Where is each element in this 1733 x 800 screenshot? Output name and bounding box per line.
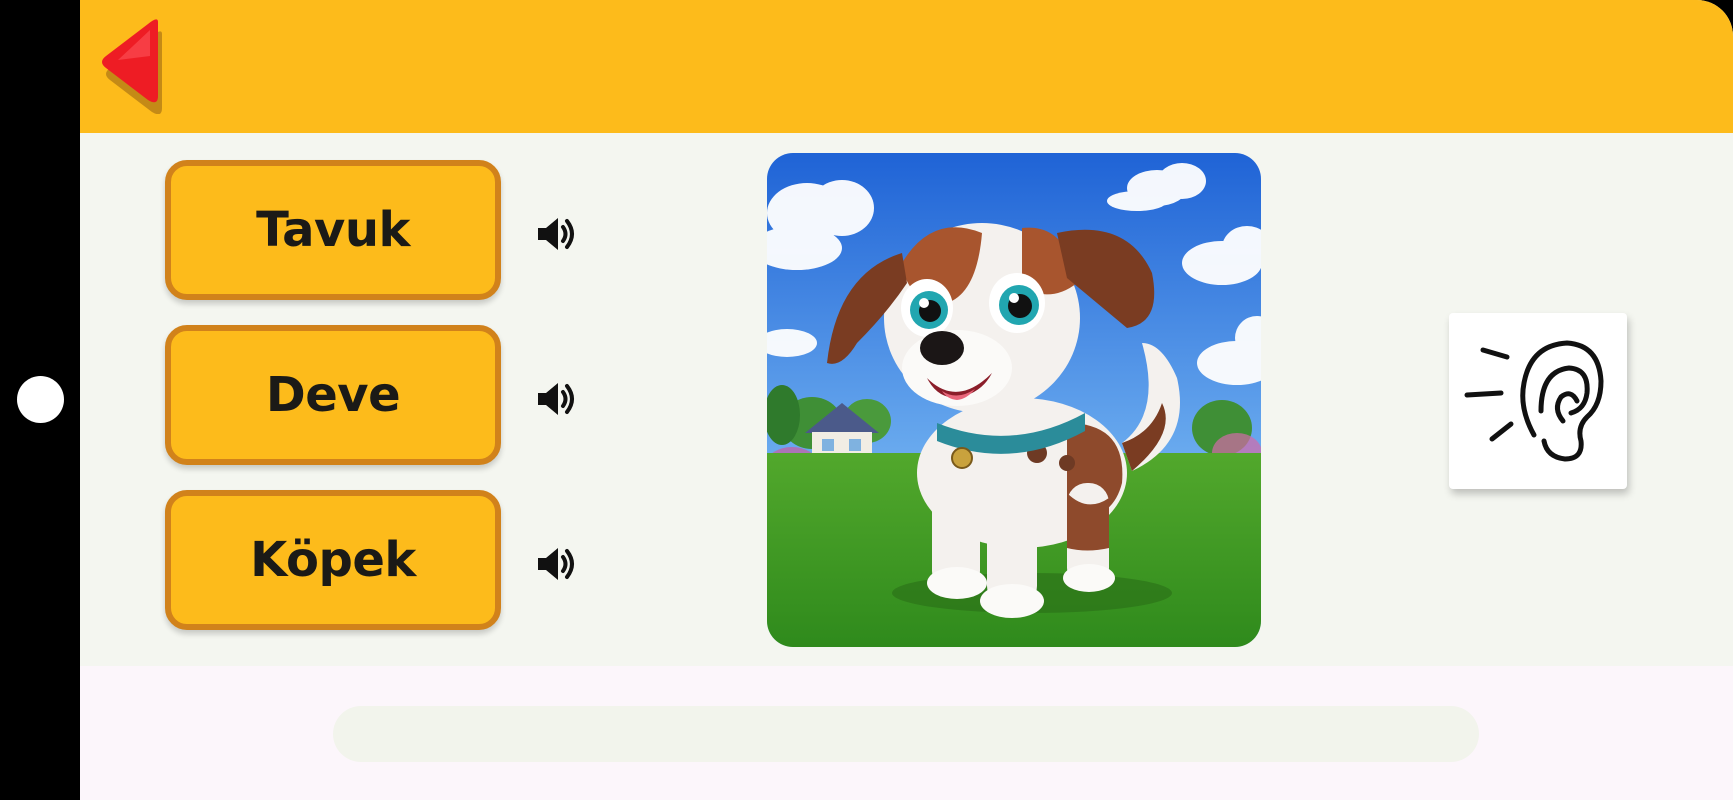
answer-button-kopek[interactable]: Köpek [165, 490, 501, 630]
answer-button-tavuk[interactable]: Tavuk [165, 160, 501, 300]
back-triangle-icon[interactable] [96, 16, 174, 114]
quiz-area: Tavuk Deve Köpek [80, 133, 1733, 666]
cartoon-dog-illustration [767, 153, 1261, 647]
progress-bar [333, 706, 1479, 762]
answer-label: Tavuk [256, 202, 410, 258]
question-picture [767, 153, 1261, 647]
speaker-icon[interactable] [532, 210, 580, 258]
ear-icon [1464, 340, 1604, 462]
speaker-icon[interactable] [532, 375, 580, 423]
app-screen: Tavuk Deve Köpek [80, 0, 1733, 800]
bottom-panel [80, 666, 1733, 800]
camera-cutout [17, 376, 64, 423]
speaker-icon[interactable] [532, 540, 580, 588]
device-bezel [0, 0, 80, 800]
answer-button-deve[interactable]: Deve [165, 325, 501, 465]
answer-label: Köpek [250, 532, 416, 588]
answer-label: Deve [265, 367, 401, 423]
top-bar [80, 0, 1733, 133]
listen-button[interactable] [1449, 313, 1627, 489]
